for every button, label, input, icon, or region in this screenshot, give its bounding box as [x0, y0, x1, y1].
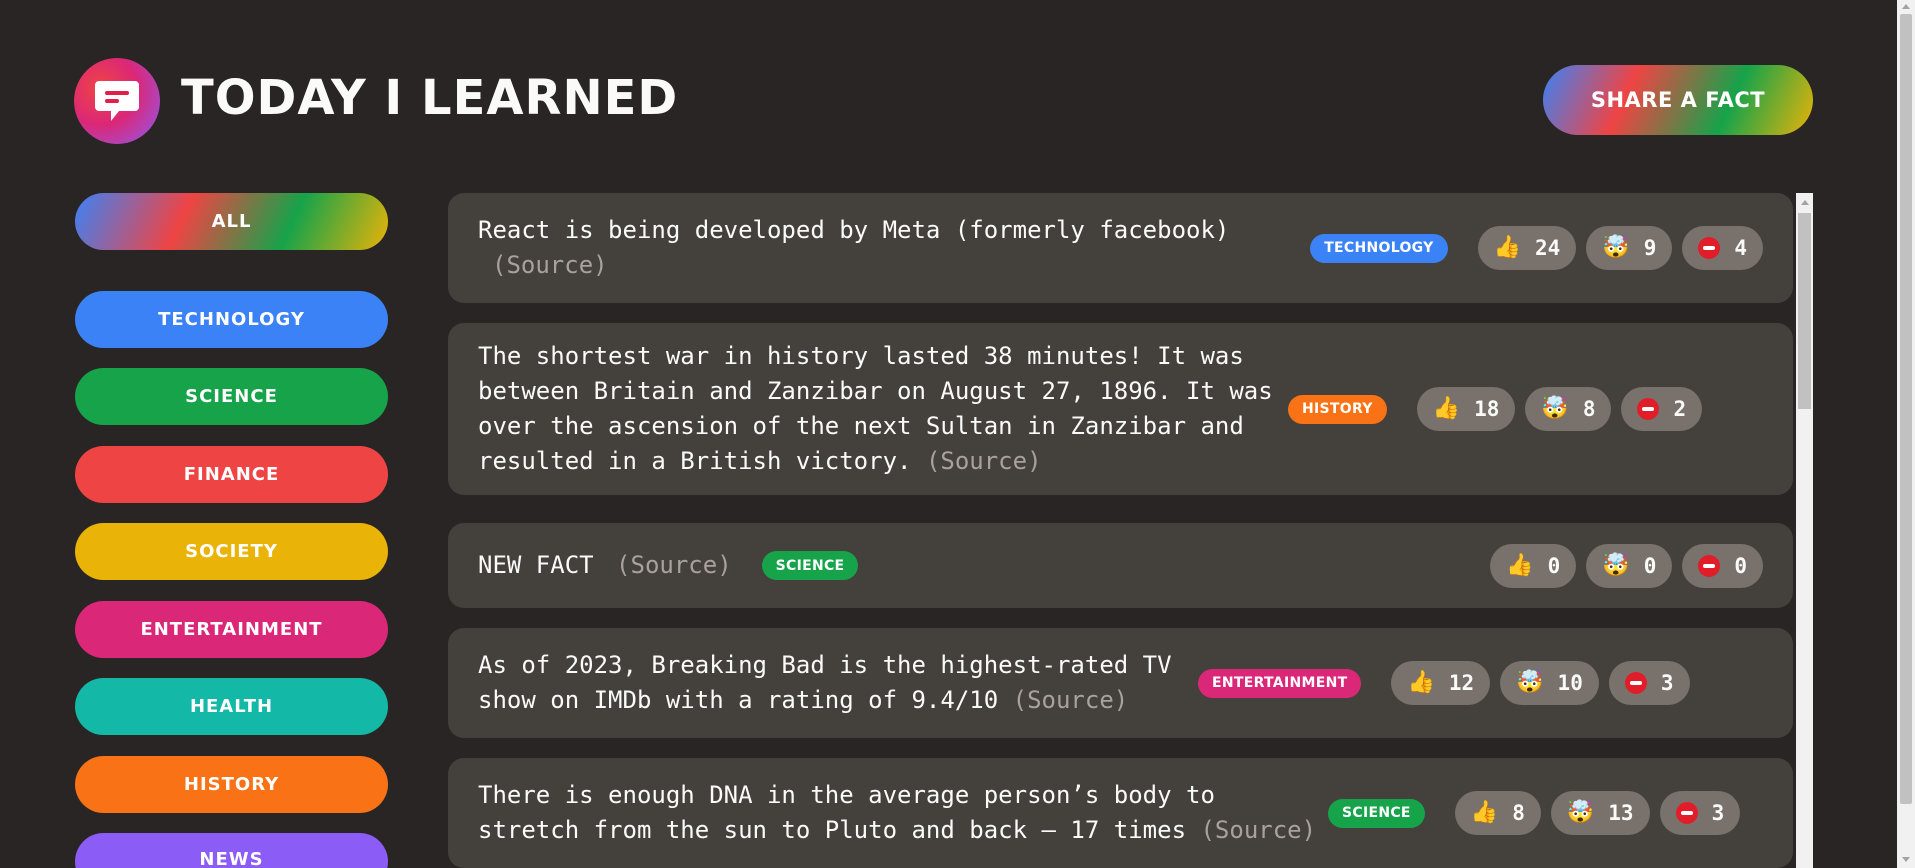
vote-buttons: 👍 18 🤯 8 2	[1416, 387, 1703, 431]
fact-item: As of 2023, Breaking Bad is the highest-…	[448, 628, 1793, 738]
minus-circle-icon	[1698, 554, 1721, 577]
vote-false-button[interactable]: 4	[1682, 226, 1763, 270]
vote-false-button[interactable]: 2	[1621, 387, 1703, 431]
vote-count: 8	[1512, 801, 1525, 825]
vote-mindblowing-button[interactable]: 🤯 10	[1500, 661, 1599, 705]
vote-buttons: 👍 12 🤯 10 3	[1391, 661, 1690, 705]
vote-mindblowing-button[interactable]: 🤯 0	[1586, 543, 1673, 588]
category-health-button[interactable]: Health	[75, 678, 388, 735]
vote-count: 3	[1660, 671, 1674, 695]
category-all-button[interactable]: All	[75, 193, 388, 250]
category-entertainment-button[interactable]: Entertainment	[75, 601, 388, 658]
facts-list: React is being developed by Meta (former…	[448, 193, 1793, 868]
fact-text-block: As of 2023, Breaking Bad is the highest-…	[478, 648, 1198, 718]
fact-category-tag: technology	[1310, 233, 1448, 263]
fact-text: NEW FACT	[478, 551, 594, 579]
facts-scroll-thumb[interactable]	[1798, 213, 1811, 409]
mind-blown-icon: 🤯	[1541, 396, 1569, 421]
vote-count: 18	[1474, 397, 1500, 421]
mind-blown-icon: 🤯	[1602, 552, 1630, 578]
fact-text: React is being developed by Meta (former…	[478, 216, 1230, 244]
category-finance-button[interactable]: Finance	[75, 446, 388, 503]
scroll-down-arrow-icon[interactable]	[1902, 857, 1910, 862]
fact-source-link[interactable]: (Source)	[1200, 816, 1316, 844]
vote-interesting-button[interactable]: 👍 0	[1490, 543, 1577, 588]
category-society-button[interactable]: Society	[75, 523, 388, 580]
fact-item: The shortest war in history lasted 38 mi…	[448, 323, 1793, 495]
vote-interesting-button[interactable]: 👍 18	[1416, 387, 1516, 431]
vote-count: 4	[1734, 236, 1747, 260]
category-news-button[interactable]: News	[75, 833, 388, 868]
fact-category-tag: science	[1328, 798, 1425, 828]
thumbs-up-icon: 👍	[1407, 670, 1435, 695]
vote-count: 12	[1448, 671, 1475, 695]
minus-circle-icon	[1675, 802, 1698, 824]
vote-interesting-button[interactable]: 👍 8	[1454, 791, 1541, 835]
minus-circle-icon	[1637, 398, 1660, 420]
category-science-button[interactable]: Science	[75, 368, 388, 425]
vote-count: 0	[1643, 553, 1657, 578]
page-title: Today I Learned	[181, 70, 679, 126]
vote-count: 9	[1643, 236, 1657, 260]
minus-circle-icon	[1624, 672, 1647, 694]
vote-buttons: 👍 24 🤯 9 4	[1477, 226, 1763, 270]
vote-buttons: 👍 8 🤯 13 3	[1454, 791, 1741, 835]
fact-category-tag: entertainment	[1198, 668, 1362, 698]
vote-interesting-button[interactable]: 👍 24	[1477, 226, 1577, 270]
mind-blown-icon: 🤯	[1602, 235, 1630, 260]
vote-count: 2	[1673, 397, 1687, 421]
fact-source-link[interactable]: (Source)	[926, 447, 1042, 475]
vote-count: 13	[1608, 801, 1634, 825]
vote-count: 0	[1734, 553, 1747, 578]
app-page: Today I Learned Share a fact All Technol…	[0, 0, 1915, 868]
fact-text-block: There is enough DNA in the average perso…	[478, 778, 1328, 848]
vote-false-button[interactable]: 3	[1659, 791, 1741, 835]
fact-item: There is enough DNA in the average perso…	[448, 758, 1793, 868]
fact-text: There is enough DNA in the average perso…	[478, 781, 1215, 844]
facts-scrollbar[interactable]	[1796, 193, 1813, 868]
vote-mindblowing-button[interactable]: 🤯 13	[1550, 791, 1650, 835]
vote-count: 24	[1534, 236, 1561, 260]
thumbs-up-icon: 👍	[1493, 235, 1521, 260]
vote-interesting-button[interactable]: 👍 12	[1391, 661, 1491, 705]
thumbs-up-icon: 👍	[1506, 552, 1534, 578]
vote-count: 8	[1582, 397, 1596, 421]
category-history-button[interactable]: History	[75, 756, 388, 813]
vote-buttons: 👍 0 🤯 0 0	[1490, 543, 1763, 588]
page-scroll-thumb[interactable]	[1900, 14, 1912, 804]
fact-source-link[interactable]: (Source)	[1013, 686, 1129, 714]
mind-blown-icon: 🤯	[1516, 670, 1544, 695]
vote-count: 3	[1711, 801, 1725, 825]
minus-circle-icon	[1698, 237, 1721, 259]
vote-count: 10	[1557, 671, 1583, 695]
thumbs-up-icon: 👍	[1432, 396, 1461, 421]
chat-bubble-icon	[95, 81, 139, 121]
vote-false-button[interactable]: 0	[1682, 543, 1763, 588]
mind-blown-icon: 🤯	[1566, 800, 1595, 825]
fact-text-block: React is being developed by Meta (former…	[478, 213, 1310, 283]
vote-mindblowing-button[interactable]: 🤯 8	[1525, 387, 1612, 431]
thumbs-up-icon: 👍	[1470, 800, 1499, 825]
fact-category-tag: history	[1288, 394, 1387, 424]
page-scrollbar[interactable]	[1897, 0, 1915, 868]
scroll-up-arrow-icon[interactable]	[1801, 200, 1809, 205]
fact-item: NEW FACT (Source) science 👍 0 🤯 0 0	[448, 523, 1793, 608]
fact-item: React is being developed by Meta (former…	[448, 193, 1793, 303]
fact-source-link[interactable]: (Source)	[492, 251, 608, 279]
vote-mindblowing-button[interactable]: 🤯 9	[1586, 226, 1673, 270]
fact-source-link[interactable]: (Source)	[616, 551, 732, 579]
vote-count: 0	[1547, 553, 1561, 578]
fact-category-tag: science	[761, 551, 859, 580]
scroll-up-arrow-icon[interactable]	[1902, 4, 1910, 9]
logo	[74, 58, 160, 144]
fact-text-block: NEW FACT (Source)	[478, 548, 732, 583]
fact-text: The shortest war in history lasted 38 mi…	[478, 342, 1273, 475]
category-technology-button[interactable]: Technology	[75, 291, 388, 348]
share-fact-button[interactable]: Share a fact	[1543, 65, 1813, 135]
fact-text-block: The shortest war in history lasted 38 mi…	[478, 339, 1288, 479]
vote-false-button[interactable]: 3	[1608, 661, 1690, 705]
